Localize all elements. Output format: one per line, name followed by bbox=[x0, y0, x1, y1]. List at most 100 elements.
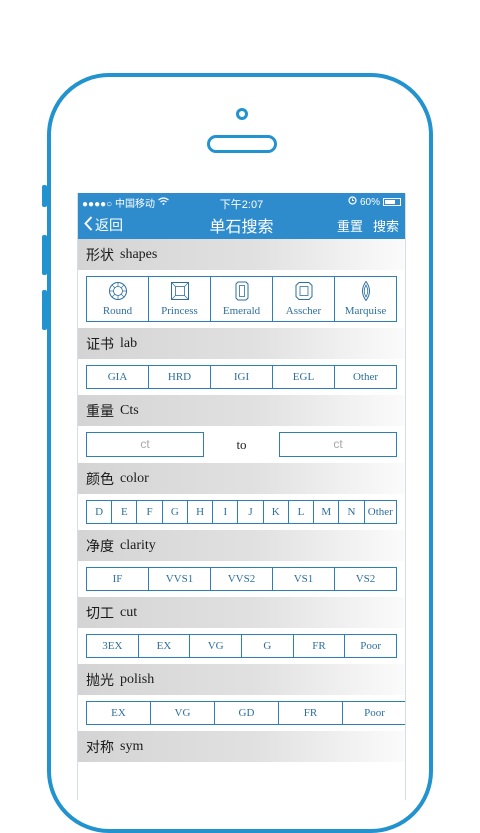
volume-down-button bbox=[42, 290, 47, 330]
asscher-diamond-icon bbox=[295, 282, 312, 300]
reset-button[interactable]: 重置 bbox=[337, 216, 363, 235]
back-label: 返回 bbox=[95, 218, 123, 234]
cts-max-input[interactable]: ct bbox=[279, 432, 397, 457]
polish-option[interactable]: GD bbox=[214, 702, 278, 724]
cut-option[interactable]: VG bbox=[189, 635, 241, 657]
shape-options: Round Princess Emerald Asscher Marquise bbox=[86, 276, 397, 322]
color-option[interactable]: J bbox=[237, 501, 262, 523]
color-option[interactable]: G bbox=[161, 501, 187, 523]
section-title-cn: 重量 bbox=[86, 403, 114, 420]
princess-diamond-icon bbox=[170, 282, 189, 300]
alarm-icon bbox=[348, 196, 357, 208]
chevron-left-icon bbox=[84, 215, 93, 235]
clarity-option[interactable]: VS1 bbox=[272, 568, 334, 590]
back-button[interactable]: 返回 bbox=[84, 215, 123, 235]
section-header-cut: 切工 cut bbox=[78, 597, 405, 628]
polish-options: EX VG GD FR Poor bbox=[86, 701, 405, 725]
section-header-lab: 证书 lab bbox=[78, 328, 405, 359]
section-title-cn: 形状 bbox=[86, 247, 114, 264]
cut-option[interactable]: G bbox=[241, 635, 293, 657]
shape-label: Princess bbox=[161, 305, 198, 317]
round-diamond-icon bbox=[108, 282, 127, 300]
shape-option-emerald[interactable]: Emerald bbox=[210, 277, 272, 321]
cut-option[interactable]: FR bbox=[292, 635, 345, 657]
carrier-label: ●●●●○ 中国移动 bbox=[82, 198, 155, 210]
section-title-cn: 抛光 bbox=[86, 672, 114, 689]
section-title-cn: 净度 bbox=[86, 538, 114, 555]
polish-option[interactable]: EX bbox=[87, 702, 150, 724]
cut-options: 3EX EX VG G FR Poor bbox=[86, 634, 397, 658]
clarity-option[interactable]: IF bbox=[87, 568, 148, 590]
shape-label: Marquise bbox=[344, 305, 387, 317]
clarity-option[interactable]: VVS1 bbox=[148, 568, 210, 590]
section-header-color: 颜色 color bbox=[78, 463, 405, 494]
color-option[interactable]: H bbox=[186, 501, 212, 523]
polish-option[interactable]: Poor bbox=[342, 702, 405, 724]
color-option[interactable]: K bbox=[262, 501, 288, 523]
nav-bar: 返回 单石搜索 重置 搜索 bbox=[78, 211, 405, 239]
section-title-en: cut bbox=[120, 604, 138, 620]
color-option[interactable]: F bbox=[136, 501, 161, 523]
mute-switch bbox=[42, 185, 47, 207]
section-title-en: clarity bbox=[120, 537, 156, 553]
clarity-options: IF VVS1 VVS2 VS1 VS2 bbox=[86, 567, 397, 591]
lab-option[interactable]: IGI bbox=[210, 366, 272, 388]
section-header-polish: 抛光 polish bbox=[78, 664, 405, 695]
shape-label: Emerald bbox=[222, 305, 261, 317]
emerald-diamond-icon bbox=[235, 281, 248, 301]
color-option[interactable]: L bbox=[287, 501, 313, 523]
color-option[interactable]: N bbox=[338, 501, 363, 523]
app-screen: ●●●●○ 中国移动 下午2:07 60% 返回 单石搜索 重置 搜索 形状 s… bbox=[77, 193, 406, 800]
color-option[interactable]: Other bbox=[363, 501, 397, 523]
color-options: D E F G H I J K L M N Other bbox=[86, 500, 397, 524]
section-title-cn: 证书 bbox=[86, 336, 114, 353]
polish-option[interactable]: VG bbox=[150, 702, 214, 724]
section-title-cn: 对称 bbox=[86, 739, 114, 756]
shape-label: Round bbox=[102, 305, 133, 317]
color-option[interactable]: I bbox=[212, 501, 237, 523]
color-option[interactable]: E bbox=[111, 501, 136, 523]
cut-option[interactable]: EX bbox=[137, 635, 190, 657]
shape-label: Asscher bbox=[285, 305, 322, 317]
status-bar: ●●●●○ 中国移动 下午2:07 60% bbox=[78, 193, 405, 211]
clarity-option[interactable]: VVS2 bbox=[210, 568, 272, 590]
shape-option-princess[interactable]: Princess bbox=[148, 277, 210, 321]
polish-option[interactable]: FR bbox=[278, 702, 342, 724]
section-header-cts: 重量 Cts bbox=[78, 395, 405, 426]
section-title-cn: 切工 bbox=[86, 605, 114, 622]
volume-up-button bbox=[42, 235, 47, 275]
battery-icon bbox=[383, 198, 401, 206]
shape-option-round[interactable]: Round bbox=[87, 277, 148, 321]
lab-option[interactable]: EGL bbox=[272, 366, 334, 388]
lab-option[interactable]: GIA bbox=[87, 366, 148, 388]
lab-option[interactable]: HRD bbox=[148, 366, 210, 388]
cts-to-label: to bbox=[236, 436, 247, 452]
search-button[interactable]: 搜索 bbox=[373, 216, 399, 235]
cts-min-input[interactable]: ct bbox=[86, 432, 204, 457]
lab-option[interactable]: Other bbox=[334, 366, 396, 388]
section-header-sym: 对称 sym bbox=[78, 731, 405, 762]
section-header-shapes: 形状 shapes bbox=[78, 239, 405, 270]
color-option[interactable]: D bbox=[87, 501, 111, 523]
cut-option[interactable]: Poor bbox=[344, 635, 396, 657]
cut-option[interactable]: 3EX bbox=[87, 635, 138, 657]
marquise-diamond-icon bbox=[361, 281, 370, 301]
section-title-en: polish bbox=[120, 671, 155, 687]
section-header-clarity: 净度 clarity bbox=[78, 530, 405, 561]
cts-range: ct to ct bbox=[86, 432, 397, 457]
section-title-en: sym bbox=[120, 738, 144, 754]
speaker-icon bbox=[207, 135, 277, 153]
section-title-en: color bbox=[120, 470, 149, 486]
clarity-option[interactable]: VS2 bbox=[334, 568, 396, 590]
battery-percent: 60% bbox=[359, 196, 380, 208]
wifi-icon bbox=[158, 196, 169, 208]
section-title-en: shapes bbox=[120, 246, 158, 262]
camera-icon bbox=[236, 108, 248, 120]
shape-option-asscher[interactable]: Asscher bbox=[272, 277, 334, 321]
color-option[interactable]: M bbox=[313, 501, 338, 523]
lab-options: GIA HRD IGI EGL Other bbox=[86, 365, 397, 389]
shape-option-marquise[interactable]: Marquise bbox=[334, 277, 396, 321]
section-title-cn: 颜色 bbox=[86, 471, 114, 488]
section-title-en: Cts bbox=[120, 402, 139, 418]
section-title-en: lab bbox=[120, 335, 138, 351]
